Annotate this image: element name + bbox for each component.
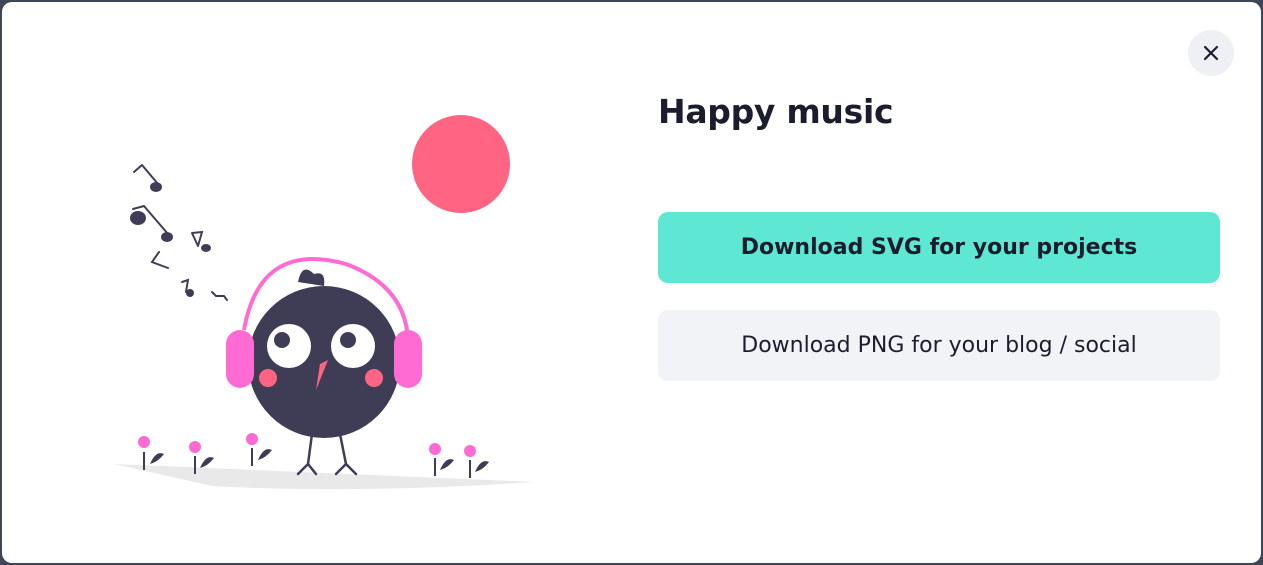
illustration <box>102 102 552 502</box>
bird-with-headphones-icon <box>114 115 534 490</box>
music-notes <box>130 164 228 301</box>
headphone-cup-right <box>394 330 422 388</box>
modal-title: Happy music <box>658 92 894 131</box>
download-svg-button[interactable]: Download SVG for your projects <box>658 212 1220 283</box>
sun <box>412 115 510 213</box>
download-modal: Happy music Download SVG for your projec… <box>2 2 1261 563</box>
close-button[interactable] <box>1188 30 1234 76</box>
headphone-cup-left <box>226 330 254 388</box>
close-icon <box>1203 45 1219 61</box>
download-png-button[interactable]: Download PNG for your blog / social <box>658 310 1220 381</box>
